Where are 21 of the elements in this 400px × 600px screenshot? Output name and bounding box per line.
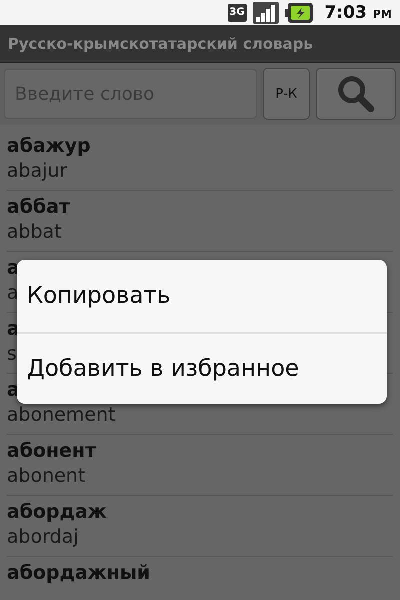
search-icon bbox=[336, 74, 376, 114]
direction-button[interactable]: Р-К bbox=[263, 68, 310, 120]
menu-item[interactable]: Добавить в избранное bbox=[17, 332, 387, 404]
entry-word[interactable]: абордаж bbox=[7, 501, 107, 523]
entry-translation[interactable]: abordaj bbox=[7, 526, 79, 548]
entry-word[interactable]: абажур bbox=[7, 135, 91, 157]
entry-word[interactable]: аббат bbox=[7, 196, 70, 218]
network-type-icon: 3G bbox=[228, 4, 247, 22]
entry-translation[interactable]: abonent bbox=[7, 465, 86, 487]
entry-translation[interactable]: abonement bbox=[7, 404, 116, 426]
entry-translation[interactable]: abbat bbox=[7, 221, 62, 243]
entry-translation[interactable]: s bbox=[7, 343, 17, 365]
entry-word[interactable]: абордажный bbox=[7, 562, 150, 584]
entry-translation[interactable]: а bbox=[7, 282, 19, 304]
menu-item[interactable]: Копировать bbox=[17, 260, 387, 332]
app-title: Русско-крымскотатарский словарь bbox=[8, 34, 314, 52]
entry-translation[interactable]: abajur bbox=[7, 160, 68, 182]
clock: 7:03 PM bbox=[324, 2, 392, 22]
entry-word[interactable]: абонент bbox=[7, 440, 96, 462]
search-button[interactable] bbox=[316, 68, 396, 120]
battery-charging-icon bbox=[284, 2, 313, 22]
